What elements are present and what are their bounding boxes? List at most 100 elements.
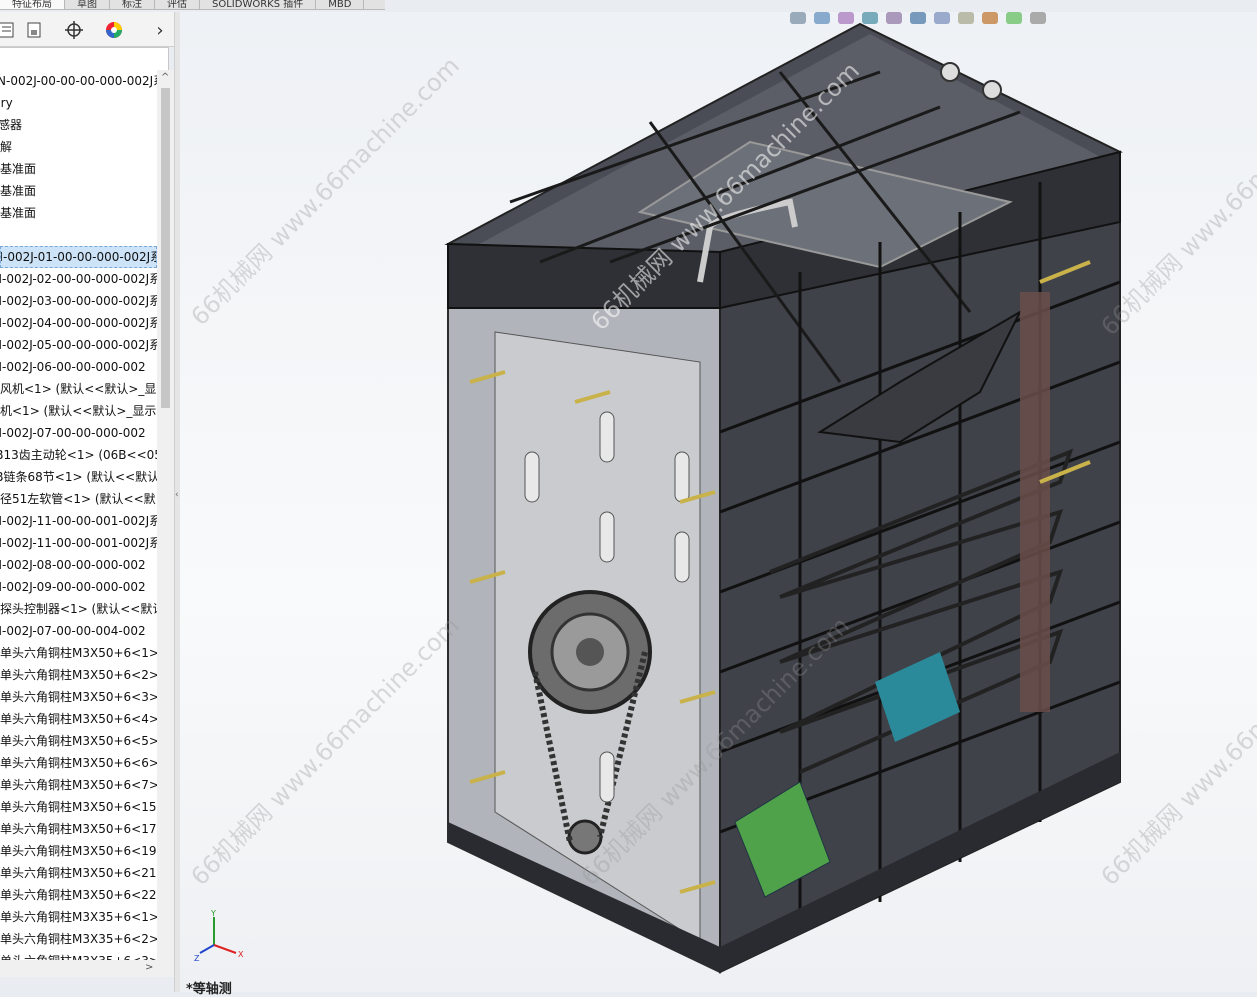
chevron-right-icon: › xyxy=(156,20,163,41)
tree-item-label: HN-002J-11-00-00-001-002J系 xyxy=(0,536,157,550)
tree-item[interactable]: 单头六角铜柱M3X35+6<1> xyxy=(0,906,157,928)
command-tab[interactable]: SOLIDWORKS 插件 xyxy=(200,0,316,9)
tree-vertical-scrollbar[interactable]: ^ xyxy=(157,70,174,960)
tree-item-label: 单头六角铜柱M3X50+6<22> xyxy=(0,888,157,902)
tree-item[interactable]: 温探头控制器<1> (默认<<默认 xyxy=(0,598,157,620)
tree-item[interactable]: HN-002J-03-00-00-000-002J系 xyxy=(0,290,157,312)
scroll-up-icon[interactable]: ^ xyxy=(161,72,169,83)
tree-item-label: HN-002J-03-00-00-000-002J系 xyxy=(0,294,157,308)
tree-item-label: 单头六角铜柱M3X35+6<2> xyxy=(0,932,157,946)
configuration-manager-icon[interactable] xyxy=(60,18,88,42)
tree-item[interactable]: 传感器 xyxy=(0,114,157,136)
tree-item[interactable]: 右视基准面 xyxy=(0,202,157,224)
tree-item[interactable]: HN-002J-07-00-00-000-002 xyxy=(0,422,157,444)
tree-item-label: HN-002J-01-00-00-000-002J系 xyxy=(0,250,157,264)
tree-item[interactable]: HN-002J-01-00-00-000-002J系 xyxy=(0,246,157,268)
tree-item[interactable]: 注解 xyxy=(0,136,157,158)
feature-manager-icon[interactable] xyxy=(0,18,20,42)
feature-manager-toolbar: › xyxy=(0,12,175,47)
tree-filter-input[interactable] xyxy=(0,47,169,71)
tree-item[interactable]: 单头六角铜柱M3X35+6<3> xyxy=(0,950,157,960)
tree-item[interactable]: HN-002J-11-00-00-001-002J系 xyxy=(0,532,157,554)
tree-item-label: 温探头控制器<1> (默认<<默认 xyxy=(0,602,157,616)
command-tab[interactable]: 草图 xyxy=(65,0,110,9)
tree-item[interactable]: HN-002J-06-00-00-000-002 xyxy=(0,356,157,378)
tree-item[interactable]: HN-002J-04-00-00-000-002J系 xyxy=(0,312,157,334)
tree-item[interactable]: HN-002J-08-00-00-000-002 xyxy=(0,554,157,576)
tree-item[interactable]: 前视基准面 xyxy=(0,158,157,180)
tree-item-label: 单头六角铜柱M3X50+6<4> xyxy=(0,712,157,726)
tree-item[interactable]: 单头六角铜柱M3X50+6<4> xyxy=(0,708,157,730)
tree-item[interactable]: 单头六角铜柱M3X50+6<22> xyxy=(0,884,157,906)
tree-item[interactable]: 单头六角铜柱M3X50+6<15> xyxy=(0,796,157,818)
tree-item-label: HN-002J-11-00-00-001-002J系 xyxy=(0,514,157,528)
toolbar-overflow-button[interactable]: › xyxy=(146,18,174,42)
tree-item[interactable]: 原点 xyxy=(0,224,157,246)
tree-item-label: History xyxy=(0,96,13,110)
command-tab[interactable]: MBD xyxy=(316,0,364,9)
graphics-area[interactable]: Y X Z 66机械网 www.66machine.com 66机械网 www.… xyxy=(180,12,1257,992)
tree-horizontal-scrollbar[interactable]: > xyxy=(0,960,174,977)
tree-item[interactable]: History xyxy=(0,92,157,114)
tree-item[interactable]: 排风机<1> (默认<<默认>_显 xyxy=(0,378,157,400)
tree-item-label: HN-002J-04-00-00-000-002J系 xyxy=(0,316,157,330)
tree-item[interactable]: HN-002J-05-00-00-000-002J系 xyxy=(0,334,157,356)
tree-item-label: HN-002J-08-00-00-000-002 xyxy=(0,558,146,572)
tree-item-label: 上视基准面 xyxy=(0,184,36,198)
property-manager-icon[interactable] xyxy=(20,18,48,42)
tree-item-label: HN-002J-02-00-00-000-002J系 xyxy=(0,272,157,286)
tree-item[interactable]: 08B链条68节<1> (默认<<默认: xyxy=(0,466,157,488)
tree-item[interactable]: 单头六角铜柱M3X50+6<21> xyxy=(0,862,157,884)
tree-item-label: 单头六角铜柱M3X50+6<2> xyxy=(0,668,157,682)
tree-item[interactable]: 08B13齿主动轮<1> (06B<<05B xyxy=(0,444,157,466)
tree-item[interactable]: HN-002J-07-00-00-004-002 xyxy=(0,620,157,642)
tree-item[interactable]: 单头六角铜柱M3X50+6<1> xyxy=(0,642,157,664)
tree-item-label: 08B链条68节<1> (默认<<默认: xyxy=(0,470,157,484)
tree-item[interactable]: HN-002J-02-00-00-000-002J系 xyxy=(0,268,157,290)
collapse-panel-icon[interactable]: ‹ xyxy=(175,490,179,500)
command-tab[interactable]: 标注 xyxy=(110,0,155,9)
tree-item-label: 单头六角铜柱M3X50+6<1> xyxy=(0,646,157,660)
tree-item-label: 右视基准面 xyxy=(0,206,36,220)
tree-item[interactable]: 单头六角铜柱M3X50+6<6> xyxy=(0,752,157,774)
tree-item-label: 单头六角铜柱M3X50+6<6> xyxy=(0,756,157,770)
command-tab[interactable]: 评估 xyxy=(155,0,200,9)
tree-item-label: 单头六角铜柱M3X50+6<3> xyxy=(0,690,157,704)
scroll-right-icon[interactable]: > xyxy=(145,962,153,973)
command-tab[interactable]: 特征布局 xyxy=(0,0,65,9)
display-manager-icon[interactable] xyxy=(100,18,128,42)
tree-item-label: 单头六角铜柱M3X50+6<15> xyxy=(0,800,157,814)
triad-z-label: Z xyxy=(194,954,200,963)
tree-item[interactable]: 风机<1> (默认<<默认>_显示状 xyxy=(0,400,157,422)
tree-item[interactable]: HN-002J-09-00-00-000-002 xyxy=(0,576,157,598)
tree-item[interactable]: 单头六角铜柱M3X35+6<2> xyxy=(0,928,157,950)
tree-item-label: HN-002J-09-00-00-000-002 xyxy=(0,580,146,594)
tree-item[interactable]: 单头六角铜柱M3X50+6<17> xyxy=(0,818,157,840)
tree-item-label: 注解 xyxy=(0,140,12,154)
triad-y-label: Y xyxy=(210,909,216,918)
tree-item[interactable]: HN-002J-00-00-00-000-002J系列-肩 xyxy=(0,70,157,92)
tree-item[interactable]: 上视基准面 xyxy=(0,180,157,202)
tree-item-label: 单头六角铜柱M3X35+6<1> xyxy=(0,910,157,924)
tree-item-label: HN-002J-00-00-00-000-002J系列-肩 xyxy=(0,74,157,88)
view-orientation-label: *等轴测 xyxy=(186,978,232,997)
tree-item-label: HN-002J-07-00-00-004-002 xyxy=(0,624,146,638)
command-manager-tabs: 特征布局草图标注评估SOLIDWORKS 插件MBD xyxy=(0,0,385,10)
tree-item[interactable]: 单头六角铜柱M3X50+6<5> xyxy=(0,730,157,752)
tree-item-label: 单头六角铜柱M3X50+6<7> xyxy=(0,778,157,792)
tree-item[interactable]: 单头六角铜柱M3X50+6<7> xyxy=(0,774,157,796)
tree-item-label: 单头六角铜柱M3X50+6<21> xyxy=(0,866,157,880)
scrollbar-thumb[interactable] xyxy=(161,88,170,408)
tree-item-label: 单头六角铜柱M3X50+6<17> xyxy=(0,822,157,836)
tree-item-label: 风机<1> (默认<<默认>_显示状 xyxy=(0,404,157,418)
tree-item[interactable]: 单头六角铜柱M3X50+6<3> xyxy=(0,686,157,708)
tree-item-label: HN-002J-06-00-00-000-002 xyxy=(0,360,146,374)
tree-item[interactable]: HN-002J-11-00-00-001-002J系 xyxy=(0,510,157,532)
tree-item[interactable]: 单头六角铜柱M3X50+6<19> xyxy=(0,840,157,862)
tree-item[interactable]: 内径51左软管<1> (默认<<默 xyxy=(0,488,157,510)
triad-x-label: X xyxy=(238,950,244,959)
tree-item[interactable]: 单头六角铜柱M3X50+6<2> xyxy=(0,664,157,686)
tree-item-label: 内径51左软管<1> (默认<<默 xyxy=(0,492,156,506)
feature-tree: HN-002J-00-00-00-000-002J系列-肩 History 传感器注… xyxy=(0,70,157,960)
tree-item-label: 排风机<1> (默认<<默认>_显 xyxy=(0,382,156,396)
